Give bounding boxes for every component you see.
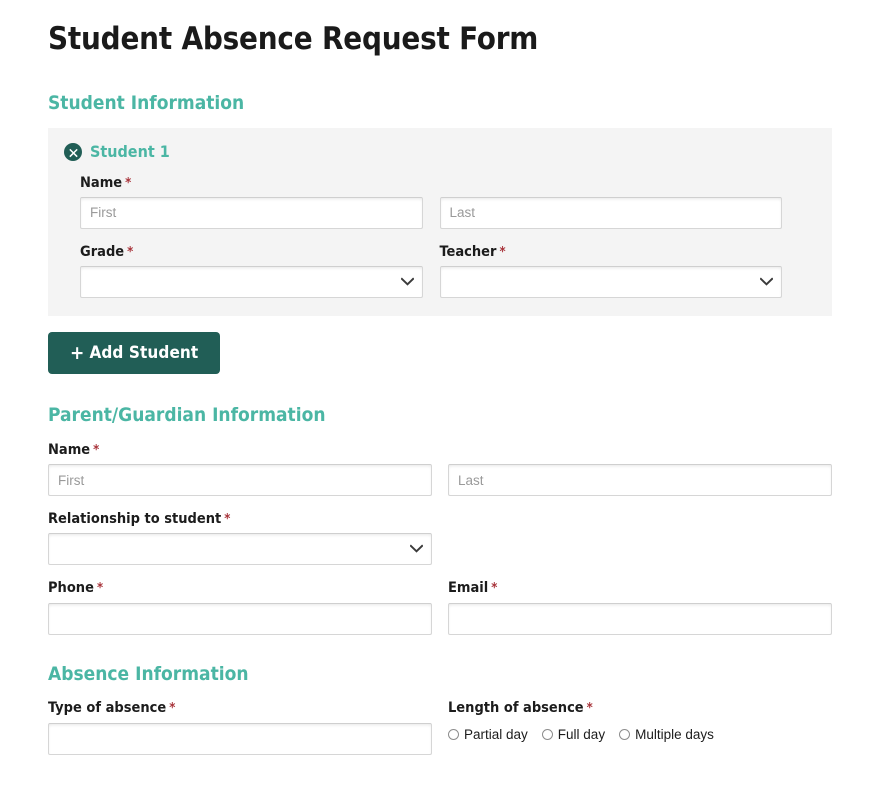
absence-row: Type of absence * Length of absence * Part… — [48, 699, 832, 755]
student-grade-label: Grade * — [80, 243, 423, 261]
page-title: Student Absence Request Form — [48, 21, 539, 57]
absence-length-label: Length of absence * — [448, 699, 832, 717]
parent-last-name-group — [448, 441, 832, 497]
parent-relationship-label-text: Relationship to student — [48, 511, 222, 528]
required-asterisk: * — [125, 175, 132, 191]
required-asterisk: * — [499, 244, 506, 260]
student-last-name-group — [439, 174, 782, 229]
parent-phone-input[interactable] — [48, 602, 432, 635]
parent-relationship-group: Relationship to student * — [48, 510, 432, 566]
parent-relationship-select-wrap — [48, 533, 432, 566]
absence-type-group: Type of absence * — [48, 699, 432, 755]
absence-length-option-partial-day[interactable]: Partial day — [448, 728, 528, 742]
plus-icon: + — [70, 341, 85, 364]
required-asterisk: * — [93, 442, 100, 458]
parent-email-input[interactable] — [448, 602, 832, 635]
parent-first-name-group: Name * — [48, 441, 432, 497]
student-name-row: Name * — [48, 174, 832, 229]
student-name-label-text: Name — [80, 174, 123, 191]
required-asterisk: * — [586, 701, 593, 717]
absence-type-label: Type of absence * — [48, 699, 432, 717]
absence-type-input[interactable] — [48, 722, 432, 755]
section-heading-absence-information: Absence Information — [48, 662, 249, 685]
student-teacher-label: Teacher * — [440, 243, 783, 261]
parent-name-label: Name * — [48, 441, 432, 459]
student-panel-header: Student 1 — [48, 142, 832, 161]
required-asterisk: * — [127, 244, 134, 260]
absence-type-label-text: Type of absence — [48, 700, 167, 717]
student-teacher-group: Teacher * — [439, 243, 783, 299]
parent-relationship-label: Relationship to student * — [48, 510, 432, 528]
add-student-button[interactable]: + Add Student — [48, 332, 221, 375]
student-last-name-input[interactable] — [439, 196, 782, 229]
absence-length-option-full-day[interactable]: Full day — [541, 726, 606, 742]
parent-email-label-text: Email — [448, 580, 489, 597]
absence-length-radio-group: Partial day Full day Multiple days — [448, 723, 832, 742]
section-heading-parent-information: Parent/Guardian Information — [48, 404, 326, 427]
absence-length-option-label: Full day — [557, 726, 606, 742]
student-grade-select[interactable] — [80, 266, 423, 299]
absence-length-group: Length of absence * Partial day Full day … — [448, 699, 832, 754]
radio-icon[interactable] — [619, 728, 631, 740]
parent-phone-label-text: Phone — [48, 580, 94, 597]
parent-phone-group: Phone * — [48, 579, 432, 635]
parent-relationship-row: Relationship to student * — [48, 510, 832, 566]
student-grade-select-wrap — [80, 266, 423, 299]
student-grade-label-text: Grade — [80, 243, 125, 260]
required-asterisk: * — [491, 581, 498, 597]
required-asterisk: * — [169, 701, 176, 717]
parent-relationship-select[interactable] — [48, 533, 432, 566]
parent-contact-row: Phone * Email * — [48, 579, 832, 635]
section-heading-student-information: Student Information — [48, 91, 245, 114]
student-teacher-select[interactable] — [439, 266, 782, 299]
student-first-name-input[interactable] — [80, 196, 423, 229]
parent-first-name-input[interactable] — [48, 464, 432, 497]
remove-circle-x-icon[interactable] — [64, 143, 82, 162]
student-name-label: Name * — [80, 174, 423, 192]
parent-phone-label: Phone * — [48, 579, 432, 597]
student-first-name-group: Name * — [80, 174, 423, 229]
form-page: Student Absence Request Form Student Inf… — [0, 0, 880, 755]
student-teacher-select-wrap — [439, 266, 782, 299]
absence-length-option-label: Multiple days — [635, 726, 714, 742]
parent-email-group: Email * — [448, 579, 832, 635]
required-asterisk: * — [96, 581, 104, 597]
parent-name-label-text: Name — [48, 441, 91, 458]
parent-name-row: Name * — [48, 441, 832, 497]
student-panel-title: Student 1 — [90, 142, 170, 162]
parent-last-name-input[interactable] — [448, 464, 832, 497]
absence-length-option-multiple-days[interactable]: Multiple days — [619, 728, 714, 742]
student-grade-teacher-row: Grade * Teacher * — [48, 243, 832, 299]
radio-icon[interactable] — [541, 728, 553, 740]
parent-email-label: Email * — [448, 579, 832, 597]
student-grade-group: Grade * — [80, 243, 423, 299]
absence-length-option-label: Partial day — [464, 726, 528, 742]
student-panel-1: Student 1 Name* Grade* — [48, 128, 832, 317]
add-student-button-label: Add Student — [89, 343, 199, 364]
required-asterisk: * — [224, 512, 231, 528]
student-teacher-label-text: Teacher — [439, 243, 497, 260]
absence-length-label-text: Length of absence — [448, 700, 584, 717]
student-panel-body: Name* Grade* — [48, 174, 832, 299]
radio-icon[interactable] — [448, 728, 459, 740]
